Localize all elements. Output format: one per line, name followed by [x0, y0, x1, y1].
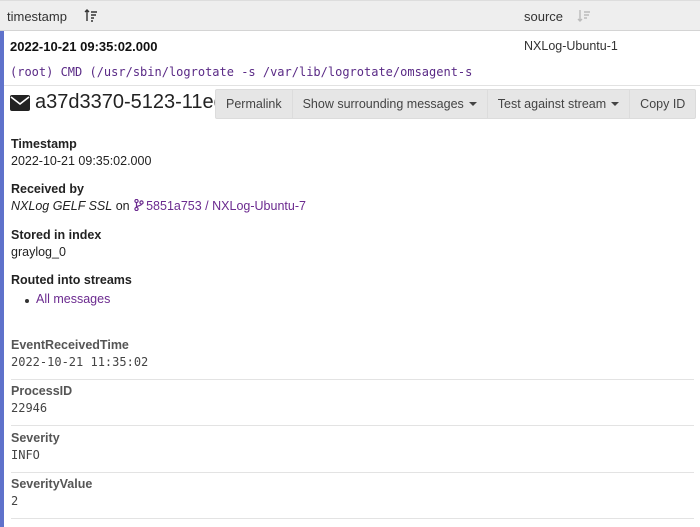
- copy-id-label: Copy ID: [640, 97, 686, 111]
- field-value[interactable]: 22946: [11, 401, 47, 415]
- timestamp-label: Timestamp: [11, 137, 77, 151]
- message-source[interactable]: NXLog-Ubuntu-1: [524, 39, 618, 53]
- routed-streams-label: Routed into streams: [11, 273, 132, 287]
- message-id: a37d3370-5123-11ed-9b8d-0242ac130005: [35, 91, 219, 113]
- on-text: on: [115, 199, 130, 213]
- stream-link-all-messages[interactable]: All messages: [36, 292, 110, 306]
- received-by-value: NXLog GELF SSL on 5851a753 / NXLog-Ubunt…: [11, 199, 306, 213]
- stored-in-index-value: graylog_0: [11, 245, 66, 259]
- test-against-stream-button[interactable]: Test against stream: [486, 89, 631, 119]
- stored-in-index-section: Stored in index graylog_0: [11, 228, 101, 259]
- stored-in-index-label: Stored in index: [11, 228, 102, 242]
- field-name[interactable]: SeverityValue: [11, 477, 92, 491]
- field-value[interactable]: 2022-10-21 11:35:02: [11, 355, 148, 369]
- field-name[interactable]: ProcessID: [11, 384, 72, 398]
- message-text[interactable]: (root) CMD (/usr/sbin/logrotate -s /var/…: [10, 65, 472, 79]
- message-table-header: timestamp source: [0, 0, 700, 31]
- stream-item: All messages: [25, 292, 132, 306]
- field-row: ProcessID 22946: [11, 380, 694, 426]
- field-value[interactable]: INFO: [11, 448, 40, 462]
- column-header-source[interactable]: source: [524, 9, 563, 24]
- permalink-button[interactable]: Permalink: [215, 89, 293, 119]
- caret-down-icon: [468, 102, 477, 106]
- received-by-section: Received by NXLog GELF SSL on 5851a753 /…: [11, 182, 306, 213]
- caret-down-icon: [611, 102, 620, 106]
- streams-list: All messages: [11, 292, 132, 306]
- routed-streams-section: Routed into streams All messages: [11, 273, 132, 306]
- message-actions: Permalink Show surrounding messages Test…: [215, 89, 697, 119]
- field-row: Severity INFO: [11, 427, 694, 473]
- input-name: NXLog GELF SSL: [11, 199, 113, 213]
- permalink-label: Permalink: [226, 97, 282, 111]
- timestamp-value: 2022-10-21 09:35:02.000: [11, 154, 152, 168]
- test-stream-label: Test against stream: [497, 97, 607, 111]
- show-surrounding-messages-button[interactable]: Show surrounding messages: [291, 89, 488, 119]
- field-row: EventReceivedTime 2022-10-21 11:35:02: [11, 334, 694, 380]
- divider: [4, 85, 700, 86]
- show-surrounding-label: Show surrounding messages: [302, 97, 464, 111]
- sort-icon[interactable]: [577, 9, 591, 23]
- code-branch-icon: [134, 199, 144, 211]
- message-timestamp[interactable]: 2022-10-21 09:35:02.000: [10, 39, 157, 54]
- expanded-message-row: 2022-10-21 09:35:02.000 NXLog-Ubuntu-1 (…: [0, 31, 700, 527]
- timestamp-section: Timestamp 2022-10-21 09:35:02.000: [11, 137, 151, 168]
- field-value[interactable]: 2: [11, 494, 18, 508]
- envelope-icon: [10, 95, 30, 111]
- column-header-timestamp[interactable]: timestamp: [7, 9, 67, 24]
- message-title: a37d3370-5123-11ed-9b8d-0242ac130005: [9, 91, 219, 117]
- received-by-label: Received by: [11, 182, 84, 196]
- sort-amount-down-icon[interactable]: [84, 9, 98, 23]
- field-name[interactable]: EventReceivedTime: [11, 338, 129, 352]
- node-link[interactable]: 5851a753 / NXLog-Ubuntu-7: [146, 199, 306, 213]
- field-row: SeverityValue 2: [11, 473, 694, 519]
- copy-id-button[interactable]: Copy ID: [629, 89, 697, 119]
- field-name[interactable]: Severity: [11, 431, 60, 445]
